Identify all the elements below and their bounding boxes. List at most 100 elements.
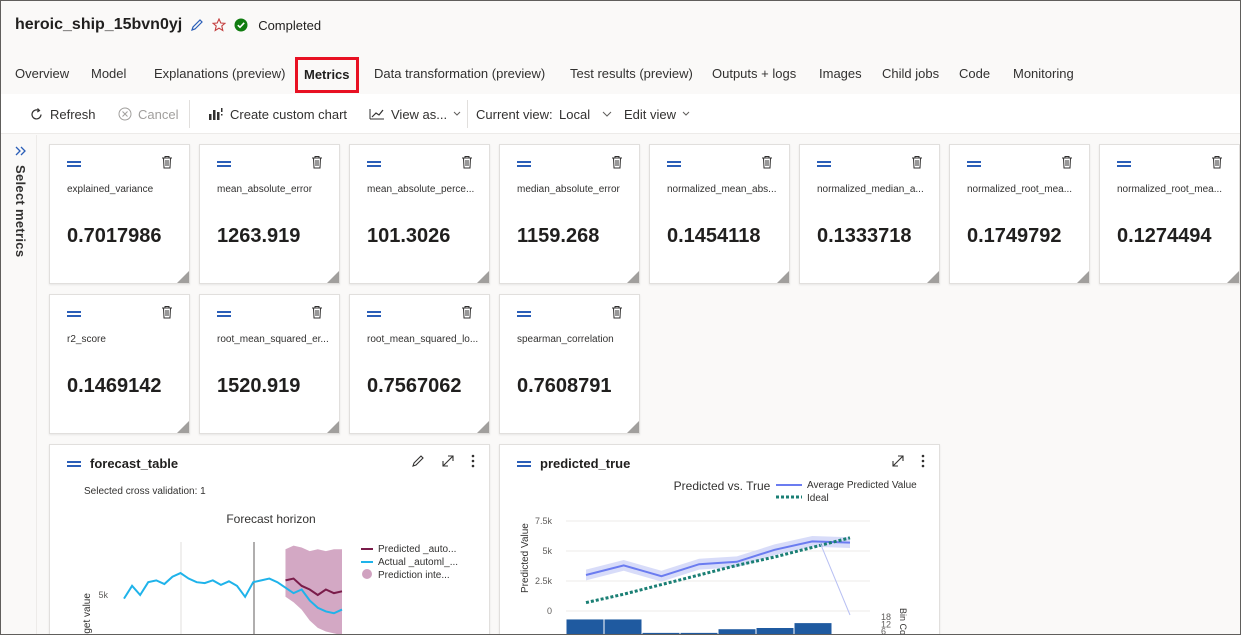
legend-interval-swatch (362, 569, 372, 579)
metric-name: spearman_correlation (517, 334, 614, 345)
drag-handle-icon[interactable] (517, 311, 531, 317)
metric-card: normalized_root_mea... 0.1274494 (1099, 144, 1240, 284)
resize-handle[interactable] (1077, 271, 1089, 283)
create-custom-chart-label: Create custom chart (230, 106, 348, 122)
delete-trash-icon[interactable] (761, 155, 773, 174)
tab-monitoring[interactable]: Monitoring (1013, 57, 1074, 93)
expand-chevrons-icon[interactable] (14, 145, 28, 159)
metric-card: mean_absolute_error 1263.919 (199, 144, 340, 284)
view-as-dropdown[interactable]: View as... (369, 94, 461, 134)
resize-handle[interactable] (177, 421, 189, 433)
predicted-true-card: predicted_true Predicted vs. True Averag… (499, 444, 940, 634)
create-custom-chart-button[interactable]: Create custom chart (208, 94, 347, 134)
metric-value: 0.1333718 (817, 225, 912, 247)
legend-actual-swatch (361, 561, 373, 563)
drag-handle-icon[interactable] (67, 311, 81, 317)
resize-handle[interactable] (327, 421, 339, 433)
app-frame: heroic_ship_15bvn0yj Completed Overview … (0, 0, 1241, 635)
more-options-icon[interactable] (471, 454, 475, 468)
expand-icon[interactable] (441, 454, 455, 468)
resize-handle[interactable] (927, 271, 939, 283)
drag-handle-icon[interactable] (67, 161, 81, 167)
delete-trash-icon[interactable] (161, 155, 173, 174)
bin-count-bar (756, 628, 794, 634)
drag-handle-icon[interactable] (217, 161, 231, 167)
delete-trash-icon[interactable] (161, 305, 173, 324)
metric-value: 0.1749792 (967, 225, 1062, 247)
resize-handle[interactable] (627, 421, 639, 433)
tab-explanations[interactable]: Explanations (preview) (154, 57, 286, 93)
drag-handle-icon[interactable] (367, 311, 381, 317)
metric-value: 1263.919 (217, 225, 301, 247)
resize-handle[interactable] (177, 271, 189, 283)
tab-data-transformation[interactable]: Data transformation (preview) (374, 57, 545, 93)
tab-child-jobs[interactable]: Child jobs (882, 57, 939, 93)
tab-bar: Overview Model Explanations (preview) Me… (1, 57, 1240, 93)
pred-ytick: 2.5k (535, 576, 553, 586)
cancel-button[interactable]: Cancel (118, 94, 178, 134)
status-text: Completed (258, 17, 322, 33)
tab-model[interactable]: Model (91, 57, 126, 93)
more-options-icon[interactable] (921, 454, 925, 468)
tab-metrics[interactable]: Metrics (295, 57, 359, 93)
delete-trash-icon[interactable] (1061, 155, 1073, 174)
bar-chart-icon (208, 107, 224, 121)
metric-name: mean_absolute_error (217, 184, 313, 195)
drag-handle-icon[interactable] (517, 461, 531, 467)
drag-handle-icon[interactable] (817, 161, 831, 167)
tab-overview[interactable]: Overview (15, 57, 69, 93)
metric-value: 0.7567062 (367, 375, 462, 397)
tab-test-results[interactable]: Test results (preview) (570, 57, 693, 93)
legend-actual-label: Actual _automl_... (378, 557, 458, 568)
tab-outputs-logs[interactable]: Outputs + logs (712, 57, 796, 93)
delete-trash-icon[interactable] (461, 305, 473, 324)
drag-handle-icon[interactable] (967, 161, 981, 167)
delete-trash-icon[interactable] (1211, 155, 1223, 174)
toolbar-divider (189, 100, 190, 128)
avg-predicted-tail (819, 542, 851, 616)
drag-handle-icon[interactable] (517, 161, 531, 167)
job-header: heroic_ship_15bvn0yj Completed (15, 13, 321, 37)
resize-handle[interactable] (627, 271, 639, 283)
favorite-star-icon[interactable] (212, 18, 227, 32)
metric-name: normalized_median_a... (817, 184, 924, 195)
expand-icon[interactable] (891, 454, 905, 468)
metric-card: root_mean_squared_lo... 0.7567062 (349, 294, 490, 434)
delete-trash-icon[interactable] (611, 155, 623, 174)
refresh-button[interactable]: Refresh (29, 94, 96, 134)
edit-view-dropdown[interactable]: Edit view (624, 94, 690, 134)
drag-handle-icon[interactable] (217, 311, 231, 317)
drag-handle-icon[interactable] (367, 161, 381, 167)
drag-handle-icon[interactable] (67, 461, 81, 467)
current-view-dropdown[interactable]: Local (559, 94, 612, 134)
tab-code[interactable]: Code (959, 57, 990, 93)
resize-handle[interactable] (1227, 271, 1239, 283)
metric-card: mean_absolute_perce... 101.3026 (349, 144, 490, 284)
edit-pencil-icon[interactable] (411, 454, 425, 468)
delete-trash-icon[interactable] (311, 155, 323, 174)
current-view-value: Local (559, 106, 591, 122)
delete-trash-icon[interactable] (461, 155, 473, 174)
resize-handle[interactable] (477, 271, 489, 283)
refresh-label: Refresh (50, 106, 96, 122)
drag-handle-icon[interactable] (1117, 161, 1131, 167)
metric-name: root_mean_squared_lo... (367, 334, 479, 345)
delete-trash-icon[interactable] (611, 305, 623, 324)
tab-images[interactable]: Images (819, 57, 862, 93)
resize-handle[interactable] (327, 271, 339, 283)
metric-name: root_mean_squared_er... (217, 334, 329, 345)
metric-card: median_absolute_error 1159.268 (499, 144, 640, 284)
current-view-label: Current view: (476, 106, 553, 122)
metric-name: normalized_root_mea... (1117, 184, 1223, 195)
drag-handle-icon[interactable] (667, 161, 681, 167)
resize-handle[interactable] (477, 421, 489, 433)
delete-trash-icon[interactable] (311, 305, 323, 324)
select-metrics-label: Select metrics (13, 165, 28, 258)
prediction-interval-area (285, 545, 342, 634)
delete-trash-icon[interactable] (911, 155, 923, 174)
edit-pencil-icon[interactable] (190, 18, 204, 32)
select-metrics-panel[interactable]: Select metrics (3, 135, 37, 634)
resize-handle[interactable] (777, 271, 789, 283)
command-bar: Refresh Cancel Create custom chart View … (1, 94, 1240, 134)
forecast-ytick: 5k (98, 590, 108, 600)
